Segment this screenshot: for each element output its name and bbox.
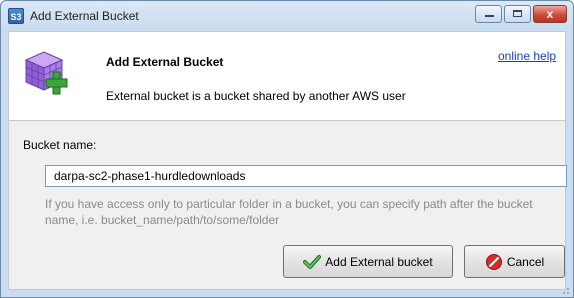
cube-add-icon bbox=[24, 51, 68, 95]
path-hint-text: If you have access only to particular fo… bbox=[45, 197, 533, 227]
close-button[interactable]: x bbox=[533, 5, 567, 23]
bucket-name-input[interactable] bbox=[45, 165, 567, 187]
minimize-icon bbox=[485, 15, 494, 17]
header-panel: Add External Bucket External bucket is a… bbox=[8, 31, 566, 121]
maximize-icon bbox=[513, 10, 522, 17]
dialog-window: S3 Add External Bucket x Add External Bu… bbox=[0, 0, 574, 298]
add-button-label: Add External bucket bbox=[325, 254, 433, 269]
header-description: External bucket is a bucket shared by an… bbox=[106, 89, 406, 103]
title-bar[interactable]: S3 Add External Bucket x bbox=[1, 1, 573, 31]
window-title: Add External Bucket bbox=[30, 9, 139, 23]
add-external-bucket-button[interactable]: Add External bucket bbox=[283, 245, 453, 278]
header-title: Add External Bucket bbox=[106, 55, 224, 69]
maximize-button[interactable] bbox=[504, 5, 531, 23]
cancel-button-label: Cancel bbox=[506, 254, 545, 269]
online-help-link[interactable]: online help bbox=[498, 49, 556, 63]
app-icon: S3 bbox=[8, 8, 24, 24]
checkmark-icon bbox=[303, 254, 322, 269]
minimize-button[interactable] bbox=[475, 5, 502, 23]
close-icon: x bbox=[546, 7, 554, 21]
no-entry-icon bbox=[485, 253, 502, 270]
resize-grip-icon[interactable] bbox=[560, 285, 570, 295]
cancel-button[interactable]: Cancel bbox=[464, 245, 565, 278]
bucket-name-label: Bucket name: bbox=[23, 138, 97, 152]
